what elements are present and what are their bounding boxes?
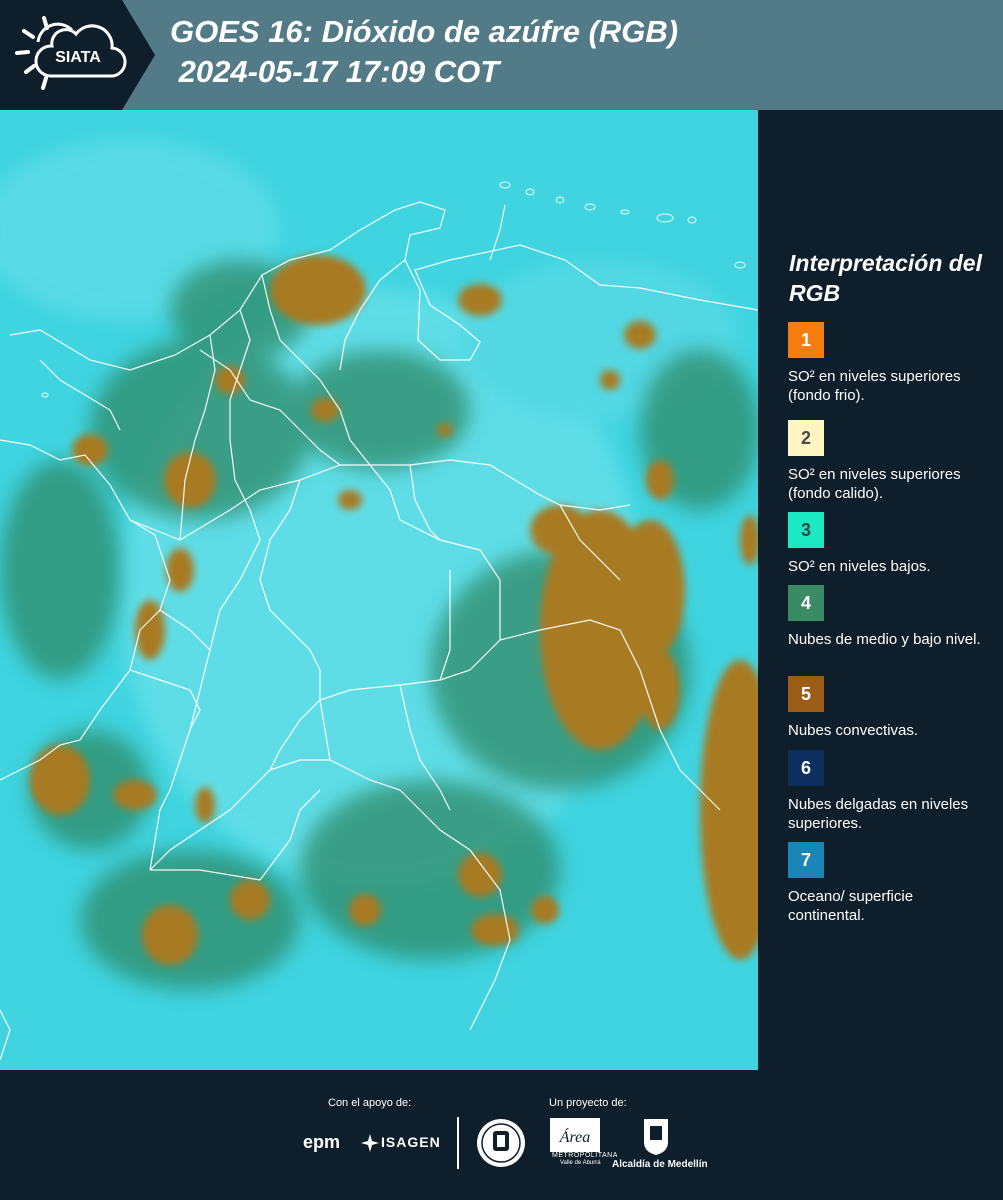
legend-item-2: 2 SO² en niveles superiores (fondo calid… (788, 420, 993, 503)
page-title: GOES 16: Dióxido de azúfre (RGB) (170, 14, 679, 49)
legend-item-5: 5 Nubes convectivas. (788, 676, 993, 740)
legend-swatch-4: 4 (788, 585, 824, 621)
alcaldia-shield-icon (644, 1119, 668, 1155)
legend-swatch-2: 2 (788, 420, 824, 456)
footer-divider (457, 1117, 459, 1169)
legend-panel: Interpretación del RGB 1 SO² en niveles … (758, 110, 1003, 1070)
legend-label-3: SO² en niveles bajos. (788, 558, 931, 575)
legend-label-5: Nubes convectivas. (788, 722, 919, 739)
isagen-logo: ISAGEN (381, 1134, 441, 1150)
legend-label-7: Oceano/ superficie continental. (788, 888, 914, 924)
svg-text:Área: Área (559, 1127, 591, 1146)
legend-item-3: 3 SO² en niveles bajos. (788, 512, 993, 576)
support-label: Con el apoyo de: (328, 1097, 412, 1109)
legend-item-4: 4 Nubes de medio y bajo nivel. (788, 585, 993, 649)
legend-swatch-3: 3 (788, 512, 824, 548)
project-label: Un proyecto de: (549, 1097, 627, 1109)
header-bar: SIATA GOES 16: Dióxido de azúfre (RGB) 2… (0, 0, 1003, 110)
legend-label-2: SO² en niveles superiores (fondo calido)… (788, 466, 961, 502)
metro-label: METROPOLITANA (552, 1152, 618, 1159)
page-timestamp: 2024-05-17 17:09 COT (170, 54, 500, 89)
epm-logo: epm (303, 1132, 341, 1152)
alcaldia-label: Alcaldía de Medellín (612, 1159, 708, 1170)
legend-item-7: 7 Oceano/ superficie continental. (788, 842, 993, 925)
legend-title: Interpretación del RGB (789, 250, 982, 306)
satellite-map (0, 110, 758, 1070)
legend-item-6: 6 Nubes delgadas en niveles superiores. (788, 750, 993, 833)
legend-label-1: SO² en niveles superiores (fondo frio). (788, 368, 961, 404)
isagen-icon (361, 1134, 379, 1152)
area-metropolitana-logo: Área (550, 1118, 600, 1152)
legend-swatch-5: 5 (788, 676, 824, 712)
siata-logo-text: SIATA (55, 49, 101, 66)
siata-logo: SIATA (0, 0, 160, 110)
legend-label-4: Nubes de medio y bajo nivel. (788, 631, 981, 648)
metro-sublabel: Valle de Aburrá (560, 1160, 601, 1166)
legend-swatch-1: 1 (788, 322, 824, 358)
legend-swatch-7: 7 (788, 842, 824, 878)
medellin-seal-icon (477, 1119, 525, 1167)
legend-swatch-6: 6 (788, 750, 824, 786)
legend-label-6: Nubes delgadas en niveles superiores. (788, 796, 969, 832)
footer: Con el apoyo de: Un proyecto de: epm ISA… (0, 1070, 1003, 1200)
legend-item-1: 1 SO² en niveles superiores (fondo frio)… (788, 322, 993, 405)
